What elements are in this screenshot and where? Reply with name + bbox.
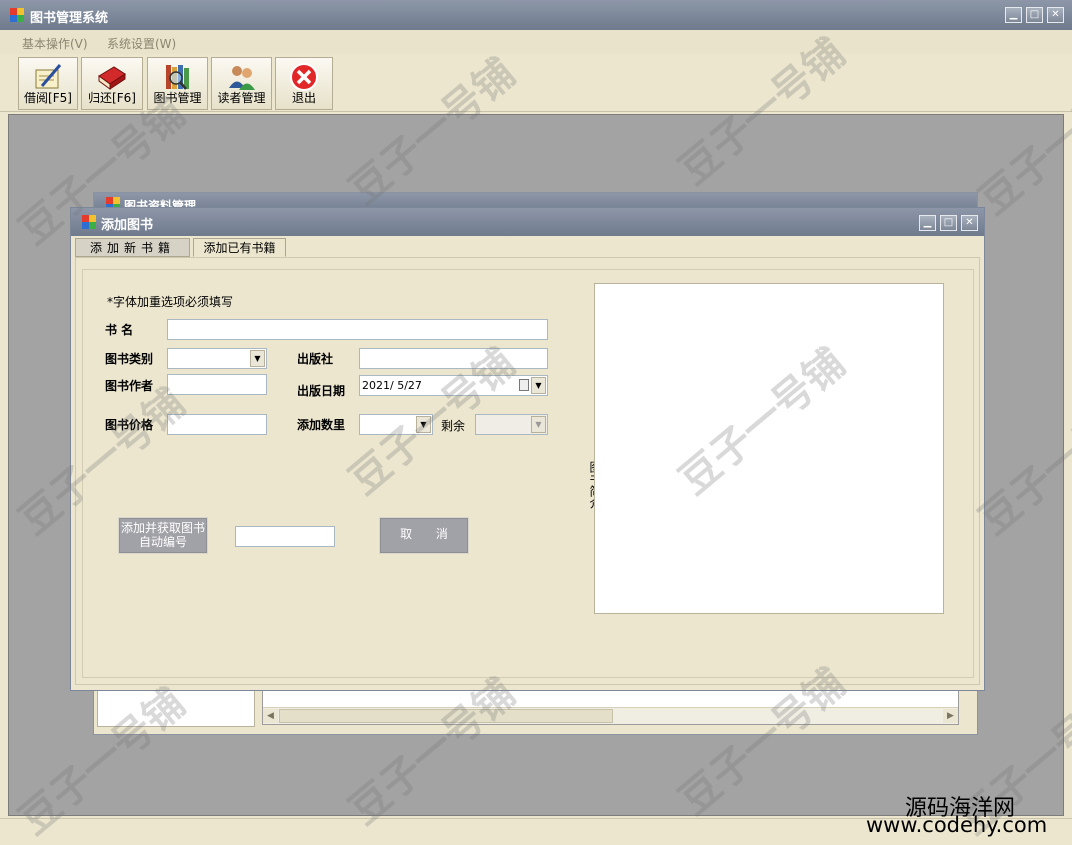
quantity-label: 添加数里 xyxy=(297,418,346,432)
form-group: *字体加重选项必须填写 书 名 图书类别 ▼ 出版社 图书作者 出版日期 202… xyxy=(82,269,974,678)
horizontal-scrollbar[interactable]: ◀ ▶ xyxy=(263,707,958,724)
dialog-close-button[interactable]: ✕ xyxy=(961,215,978,231)
scroll-left-icon[interactable]: ◀ xyxy=(263,709,278,723)
books-magnifier-icon xyxy=(165,65,189,90)
tab-add-new-book[interactable]: 添加新书籍 xyxy=(75,238,190,257)
category-label: 图书类别 xyxy=(105,352,154,366)
category-tree[interactable] xyxy=(97,689,255,727)
toolbar: 借阅[F5] 归还[F6] 图书管理 读者管理 退出 xyxy=(0,54,1072,112)
users-icon xyxy=(228,66,255,90)
book-name-input[interactable] xyxy=(167,319,548,340)
auto-number-output xyxy=(235,526,335,547)
minimize-button[interactable]: ▁ xyxy=(1005,7,1022,23)
dialog-maximize-button[interactable]: □ xyxy=(940,215,957,231)
pub-date-picker[interactable]: 2021/ 5/27 ▼ xyxy=(359,375,548,396)
reader-management-button[interactable]: 读者管理 xyxy=(211,57,272,110)
menu-basic-ops[interactable]: 基本操作(V) xyxy=(22,35,88,52)
add-book-dialog: 添加图书 ▁ □ ✕ 添加新书籍 添加已有书籍 *字体加重选项必须填写 书 名 … xyxy=(70,207,985,691)
author-input[interactable] xyxy=(167,374,267,395)
chevron-down-icon[interactable]: ▼ xyxy=(250,350,265,367)
app-icon xyxy=(10,8,24,22)
chevron-down-icon[interactable]: ▼ xyxy=(416,416,431,433)
tab-add-existing-book[interactable]: 添加已有书籍 xyxy=(193,238,286,257)
dialog-minimize-button[interactable]: ▁ xyxy=(919,215,936,231)
menu-bar: 基本操作(V) 系统设置(W) xyxy=(0,30,1072,54)
borrow-button[interactable]: 借阅[F5] xyxy=(18,57,78,110)
scroll-thumb[interactable] xyxy=(279,709,613,723)
publisher-input[interactable] xyxy=(359,348,548,369)
menu-system-settings[interactable]: 系统设置(W) xyxy=(107,35,176,52)
chevron-down-icon[interactable]: ▼ xyxy=(531,377,546,394)
dialog-icon xyxy=(82,215,96,229)
close-circle-icon xyxy=(290,63,318,91)
pen-paper-icon xyxy=(35,64,62,89)
app-title: 图书管理系统 xyxy=(30,11,109,26)
exit-button[interactable]: 退出 xyxy=(275,57,333,110)
quantity-select[interactable]: ▼ xyxy=(359,414,433,435)
book-name-label: 书 名 xyxy=(105,323,134,337)
red-book-icon xyxy=(98,66,126,90)
tab-panel: *字体加重选项必须填写 书 名 图书类别 ▼ 出版社 图书作者 出版日期 202… xyxy=(75,257,980,685)
dialog-title: 添加图书 xyxy=(101,218,154,233)
price-input[interactable] xyxy=(167,414,267,435)
add-and-get-number-button[interactable]: 添加并获取图书自动编号 xyxy=(118,517,208,554)
publisher-label: 出版社 xyxy=(297,352,334,366)
remaining-label: 剩余 xyxy=(441,419,466,433)
chevron-down-icon: ▼ xyxy=(531,416,546,433)
cancel-button[interactable]: 取 消 xyxy=(379,517,469,554)
return-button[interactable]: 归还[F6] xyxy=(81,57,143,110)
main-title-bar: 图书管理系统 ▁ □ ✕ xyxy=(0,0,1072,30)
book-data-grid[interactable]: ◀ ▶ xyxy=(262,689,959,725)
calendar-icon[interactable] xyxy=(519,379,529,391)
dialog-titlebar: 添加图书 ▁ □ ✕ xyxy=(71,208,984,236)
pub-date-label: 出版日期 xyxy=(297,384,346,398)
scroll-right-icon[interactable]: ▶ xyxy=(943,709,958,723)
maximize-button[interactable]: □ xyxy=(1026,7,1043,23)
intro-textarea[interactable] xyxy=(594,283,944,614)
remaining-select: ▼ xyxy=(475,414,548,435)
category-select[interactable]: ▼ xyxy=(167,348,267,369)
book-management-button[interactable]: 图书管理 xyxy=(147,57,208,110)
brand-url: www.codehy.com xyxy=(866,813,1048,837)
price-label: 图书价格 xyxy=(105,418,154,432)
author-label: 图书作者 xyxy=(105,379,154,393)
required-note: *字体加重选项必须填写 xyxy=(107,295,234,309)
close-button[interactable]: ✕ xyxy=(1047,7,1064,23)
